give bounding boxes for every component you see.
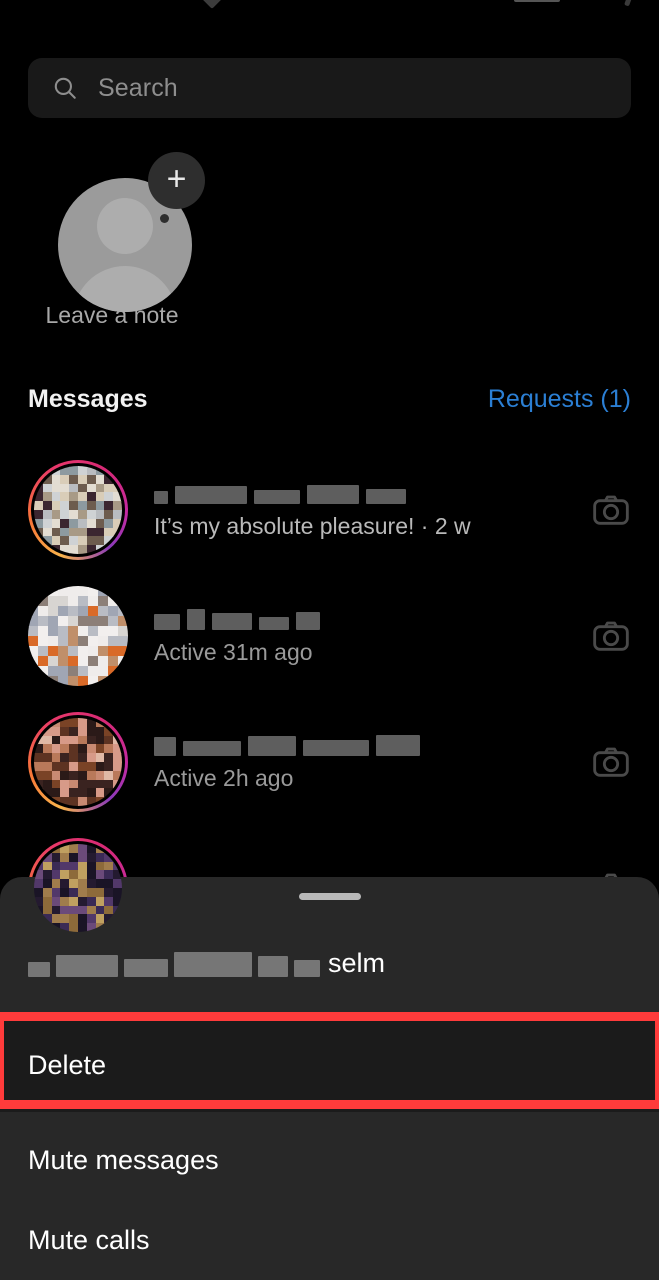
mute-calls-menu-item[interactable]: Mute calls bbox=[0, 1200, 659, 1280]
camera-icon[interactable] bbox=[591, 742, 631, 782]
avatar-photo bbox=[28, 586, 128, 686]
redaction-block bbox=[294, 960, 320, 977]
conversation-list: It’s my absolute pleasure! · 2 w Active 3… bbox=[0, 447, 659, 951]
redaction-block bbox=[212, 613, 252, 630]
redaction-block bbox=[154, 491, 168, 504]
search-input[interactable]: Search bbox=[28, 58, 631, 118]
mute-messages-menu-item[interactable]: Mute messages bbox=[0, 1120, 659, 1200]
conversation-text: Active 2h ago bbox=[154, 732, 591, 792]
avatar-photo bbox=[34, 718, 122, 806]
conversation-text: It’s my absolute pleasure! · 2 w bbox=[154, 480, 591, 540]
search-icon bbox=[54, 77, 76, 99]
avatar-head-shape bbox=[97, 198, 153, 254]
note-bubble-dot-icon bbox=[160, 214, 169, 223]
conversation-row[interactable]: It’s my absolute pleasure! · 2 w bbox=[0, 447, 659, 573]
camera-icon[interactable] bbox=[591, 490, 631, 530]
note-avatar-wrap: + bbox=[44, 152, 205, 312]
avatar-body-shape bbox=[73, 266, 177, 312]
camera-icon[interactable] bbox=[591, 616, 631, 656]
delete-menu-item[interactable]: Delete bbox=[0, 1018, 659, 1112]
delete-label: Delete bbox=[28, 1049, 107, 1080]
chevron-glyph-icon bbox=[202, 0, 222, 9]
conversation-preview: Active 2h ago bbox=[154, 765, 294, 791]
conversation-row[interactable]: Active 2h ago bbox=[0, 699, 659, 825]
status-header-strip bbox=[0, 0, 659, 30]
sheet-title: selm bbox=[28, 943, 385, 977]
redaction-block bbox=[254, 490, 300, 504]
avatar-with-story-ring[interactable] bbox=[28, 712, 128, 812]
leave-a-note-button[interactable]: + Leave a note bbox=[30, 152, 205, 329]
conversation-username-redacted bbox=[154, 606, 591, 630]
conversation-preview: Active 31m ago bbox=[154, 639, 313, 665]
tick-glyph-icon bbox=[624, 0, 633, 7]
redaction-block bbox=[56, 955, 118, 977]
conversation-username-redacted bbox=[154, 732, 591, 756]
conversation-options-sheet: selm Delete Mute messages Mute calls bbox=[0, 877, 659, 1280]
redaction-block bbox=[154, 614, 180, 630]
conversation-row[interactable]: Active 31m ago bbox=[0, 573, 659, 699]
add-note-bubble[interactable]: + bbox=[148, 152, 205, 209]
redaction-block bbox=[303, 740, 369, 756]
drag-handle[interactable] bbox=[298, 893, 361, 900]
avatar-with-story-ring[interactable] bbox=[28, 460, 128, 560]
redaction-block bbox=[154, 737, 176, 756]
plus-icon: + bbox=[166, 160, 187, 198]
redaction-block bbox=[174, 952, 252, 977]
messages-header: Messages Requests (1) bbox=[0, 385, 659, 414]
redaction-block bbox=[259, 617, 289, 630]
search-placeholder: Search bbox=[98, 73, 178, 102]
redaction-block bbox=[183, 741, 241, 756]
avatar-photo bbox=[34, 844, 122, 932]
mute-calls-label: Mute calls bbox=[28, 1224, 150, 1255]
requests-link[interactable]: Requests (1) bbox=[488, 385, 631, 414]
redaction-block bbox=[124, 959, 168, 977]
avatar[interactable] bbox=[28, 586, 128, 686]
sheet-title-visible-tail: selm bbox=[328, 948, 386, 978]
toggle-bar-glyph-icon bbox=[514, 0, 560, 2]
redaction-block bbox=[376, 735, 420, 756]
conversation-text: Active 31m ago bbox=[154, 606, 591, 666]
mute-messages-label: Mute messages bbox=[28, 1144, 219, 1175]
conversation-username-redacted bbox=[154, 480, 591, 504]
redaction-block bbox=[366, 489, 406, 504]
conversation-preview: It’s my absolute pleasure! · 2 w bbox=[154, 513, 471, 539]
redaction-block bbox=[248, 736, 296, 756]
redaction-block bbox=[307, 485, 359, 504]
redaction-block bbox=[296, 612, 320, 630]
page-title: Messages bbox=[28, 385, 148, 413]
redaction-block bbox=[28, 962, 50, 977]
avatar-with-story-ring[interactable] bbox=[28, 838, 128, 938]
redaction-block bbox=[175, 486, 247, 504]
redaction-block bbox=[258, 956, 288, 977]
avatar-photo bbox=[34, 466, 122, 554]
redaction-block bbox=[187, 609, 205, 630]
